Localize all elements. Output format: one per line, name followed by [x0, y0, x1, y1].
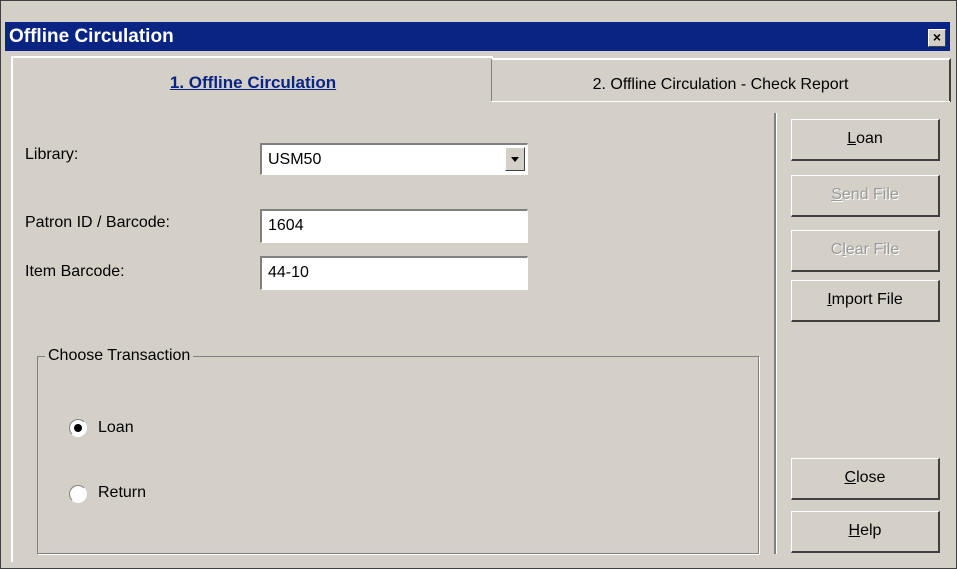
- transaction-group-label: Choose Transaction: [45, 347, 194, 365]
- title-bar[interactable]: Offline Circulation ×: [5, 22, 950, 51]
- loan-button[interactable]: Loan: [791, 119, 940, 161]
- library-value: USM50: [268, 151, 322, 168]
- close-button[interactable]: Close: [791, 458, 940, 500]
- return-radio[interactable]: [69, 485, 87, 503]
- library-label: Library:: [25, 146, 79, 163]
- item-barcode-value: 44-10: [268, 264, 309, 281]
- clear-file-button[interactable]: Clear File: [791, 230, 940, 272]
- patron-label: Patron ID / Barcode:: [25, 214, 170, 231]
- tab-label: 2. Offline Circulation - Check Report: [592, 76, 849, 93]
- panel-edge: [11, 102, 13, 562]
- loan-radio[interactable]: [69, 419, 87, 437]
- patron-id-field[interactable]: 1604: [260, 209, 528, 243]
- chevron-down-icon[interactable]: [505, 147, 525, 171]
- vertical-separator: [774, 113, 777, 554]
- return-radio-label[interactable]: Return: [98, 484, 146, 502]
- tab-check-report[interactable]: 2. Offline Circulation - Check Report: [491, 58, 951, 102]
- transaction-groupbox: [37, 356, 759, 554]
- offline-circulation-dialog: Offline Circulation × 1. Offline Circula…: [0, 0, 957, 569]
- import-file-button[interactable]: Import File: [791, 280, 940, 322]
- library-select[interactable]: USM50: [260, 143, 528, 175]
- tab-divider: [491, 101, 950, 102]
- help-button[interactable]: Help: [791, 511, 940, 553]
- window-title: Offline Circulation: [9, 26, 174, 47]
- tab-label: 1. Offline Circulation: [169, 73, 337, 92]
- item-barcode-field[interactable]: 44-10: [260, 256, 528, 290]
- patron-value: 1604: [268, 217, 304, 234]
- loan-radio-label[interactable]: Loan: [98, 419, 134, 437]
- send-file-button[interactable]: Send File: [791, 175, 940, 217]
- tab-offline-circulation[interactable]: 1. Offline Circulation: [11, 56, 493, 104]
- close-icon[interactable]: ×: [928, 29, 946, 47]
- item-barcode-label: Item Barcode:: [25, 263, 125, 280]
